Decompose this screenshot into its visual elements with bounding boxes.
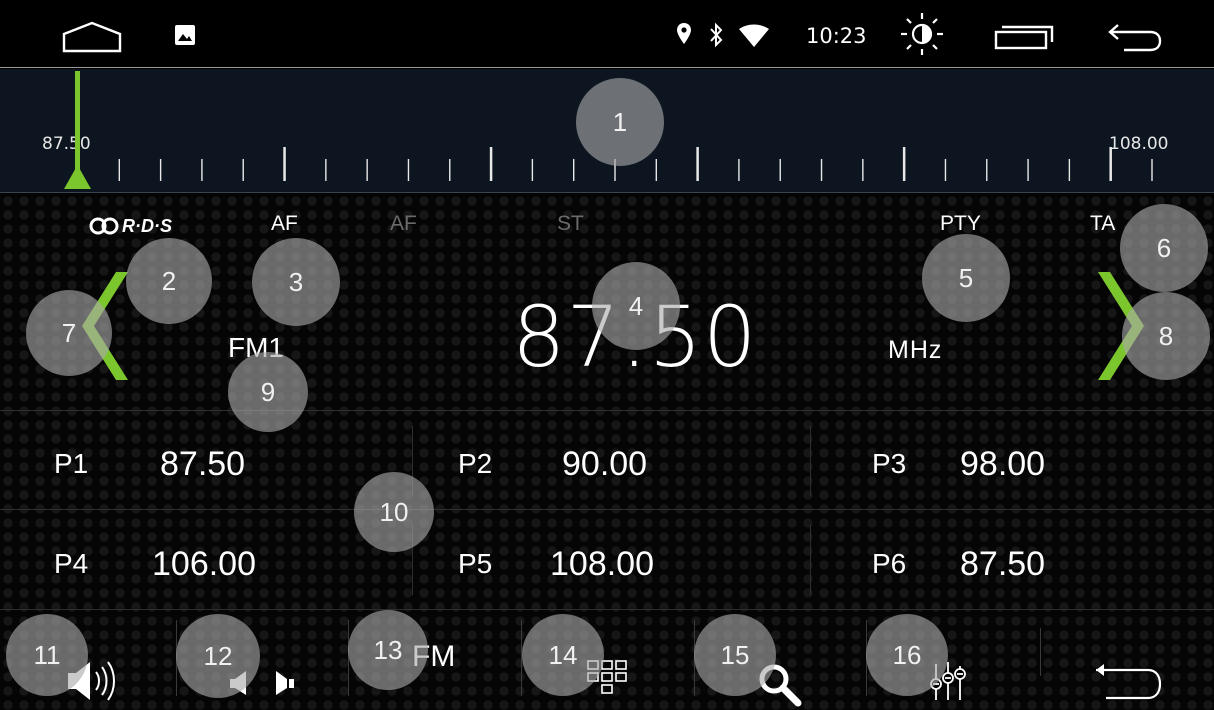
callout-badge: 1 — [576, 78, 664, 166]
callout-badge: 15 — [694, 614, 776, 696]
preset-divider — [0, 410, 1214, 411]
callout-badge: 8 — [1122, 292, 1210, 380]
ta-indicator[interactable]: TA — [1090, 212, 1115, 236]
tuning-needle[interactable] — [60, 69, 96, 193]
callout-badge: 3 — [252, 238, 340, 326]
callout-badge: 11 — [6, 614, 88, 696]
preset-frequency: 98.00 — [960, 445, 1046, 483]
toolbar-divider — [1040, 628, 1041, 676]
callout-badge: 9 — [228, 352, 308, 432]
preset-p1[interactable]: P1 87.50 — [54, 440, 384, 490]
rds-text: R·D·S — [122, 216, 172, 236]
bluetooth-icon — [710, 22, 723, 48]
preset-name: P3 — [872, 448, 907, 479]
preset-divider — [810, 426, 811, 496]
preset-frequency: 106.00 — [152, 545, 256, 583]
wifi-icon — [739, 24, 769, 47]
preset-frequency: 87.50 — [160, 445, 246, 483]
callout-badge: 13 — [348, 610, 428, 690]
clock: 10:23 — [806, 24, 867, 48]
preset-p5[interactable]: P5 108.00 — [458, 540, 788, 590]
callout-badge: 14 — [522, 614, 604, 696]
location-icon — [677, 23, 691, 44]
callout-badge: 12 — [176, 614, 260, 698]
pty-indicator[interactable]: PTY — [940, 212, 981, 236]
preset-divider — [0, 509, 1214, 510]
preset-frequency: 90.00 — [562, 445, 648, 483]
rds-logo-icon — [88, 217, 122, 235]
callout-badge: 6 — [1120, 204, 1208, 292]
callout-badge: 7 — [26, 290, 112, 376]
home-icon[interactable] — [60, 20, 124, 54]
callout-badge: 4 — [592, 262, 680, 350]
return-icon[interactable] — [1090, 638, 1164, 710]
callout-badge: 10 — [354, 472, 434, 552]
callout-badge: 5 — [922, 234, 1010, 322]
recent-apps-icon[interactable] — [994, 24, 1056, 50]
preset-p6[interactable]: P6 87.50 — [872, 540, 1192, 590]
preset-name: P5 — [458, 548, 493, 579]
back-icon[interactable] — [1106, 22, 1162, 52]
preset-divider — [810, 525, 811, 595]
rds-indicator: R·D·S — [88, 214, 172, 237]
preset-p4[interactable]: P4 106.00 — [54, 540, 384, 590]
preset-p3[interactable]: P3 98.00 — [872, 440, 1192, 490]
stereo-indicator: ST — [557, 212, 584, 235]
af-off-indicator: AF — [390, 212, 417, 235]
preset-frequency: 87.50 — [960, 545, 1046, 583]
callout-badge: 16 — [866, 614, 948, 696]
status-bar: 10:23 — [0, 0, 1214, 68]
preset-p2[interactable]: P2 90.00 — [458, 440, 788, 490]
gallery-icon[interactable] — [174, 24, 196, 46]
callout-badge: 2 — [126, 238, 212, 324]
brightness-icon[interactable] — [896, 10, 948, 58]
preset-name: P1 — [54, 448, 89, 479]
preset-name: P4 — [54, 548, 89, 579]
preset-frequency: 108.00 — [550, 545, 654, 583]
preset-divider — [0, 609, 1214, 610]
frequency-unit: MHz — [888, 336, 943, 364]
af-indicator[interactable]: AF — [271, 212, 298, 236]
preset-name: P6 — [872, 548, 907, 579]
preset-name: P2 — [458, 448, 493, 479]
